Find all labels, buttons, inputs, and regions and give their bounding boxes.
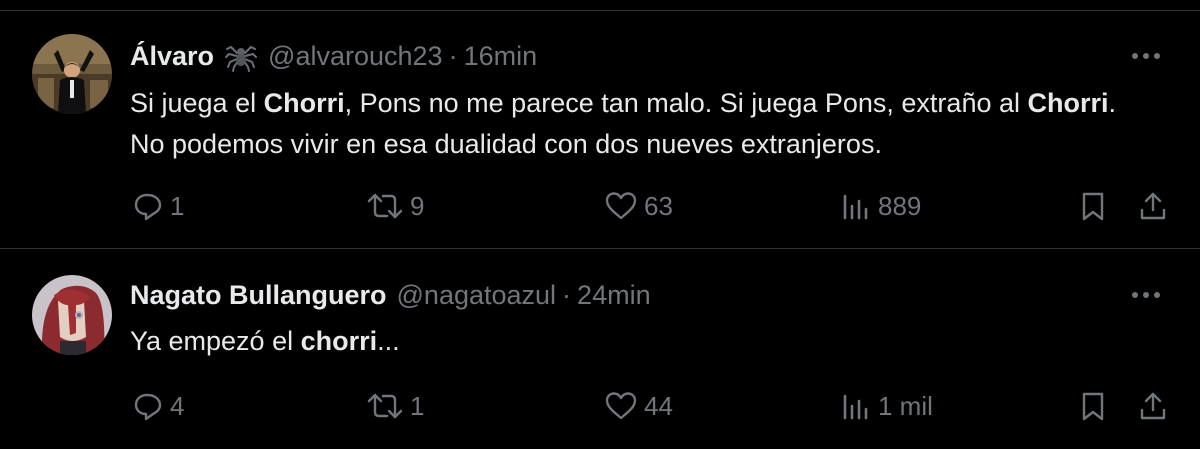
views-count: 889 [878, 190, 922, 221]
action-bar: 4 1 44 1 mil [0, 386, 1200, 426]
timestamp[interactable]: 24min [577, 275, 651, 315]
like-button[interactable]: 63 [604, 186, 673, 226]
views-bar-icon [842, 390, 872, 422]
share-button[interactable] [1138, 186, 1168, 226]
bookmark-icon [1080, 390, 1106, 422]
timestamp[interactable]: 16min [464, 36, 538, 76]
share-button[interactable] [1138, 386, 1168, 426]
heart-icon [604, 190, 638, 222]
views-count: 1 mil [878, 390, 933, 421]
like-button[interactable]: 44 [604, 386, 673, 426]
retweet-button[interactable]: 1 [366, 386, 424, 426]
text-segment: , Pons no me parece tan malo. Si juega P… [344, 88, 1028, 118]
like-count: 63 [644, 190, 673, 221]
separator-dot: · [562, 280, 572, 310]
spider-icon [224, 39, 258, 73]
retweet-count: 9 [410, 190, 425, 221]
tweet-text: Si juega el Chorri, Pons no me parece ta… [130, 83, 1150, 165]
avatar[interactable] [32, 34, 112, 114]
bookmark-button[interactable] [1080, 386, 1106, 426]
text-segment: Ya empezó el [130, 326, 301, 356]
bold-segment: Chorri [263, 88, 345, 118]
display-name[interactable]: Álvaro [130, 36, 214, 76]
tweet-header: Álvaro @alvarouch23 · 16min [130, 36, 537, 76]
separator-dot: · [448, 41, 458, 71]
action-bar: 1 9 63 889 [0, 186, 1200, 226]
more-dots-icon[interactable] [1122, 275, 1170, 315]
text-segment: Si juega el [130, 88, 264, 118]
like-count: 44 [644, 390, 673, 421]
retweet-icon [366, 390, 404, 422]
bookmark-button[interactable] [1080, 186, 1106, 226]
timeline: Álvaro @alvarouch23 · 16min Si juega el … [0, 0, 1200, 449]
tweet-text: Ya empezó el chorri... [130, 321, 1150, 362]
views-button[interactable]: 889 [842, 186, 921, 226]
retweet-icon [366, 190, 404, 222]
views-button[interactable]: 1 mil [842, 386, 933, 426]
tweet[interactable]: Nagato Bullanguero @nagatoazul · 24min Y… [0, 249, 1200, 449]
share-icon [1138, 390, 1168, 422]
user-handle[interactable]: @nagatoazul [397, 275, 557, 315]
reply-button[interactable]: 1 [132, 186, 184, 226]
reply-count: 1 [170, 190, 185, 221]
display-name[interactable]: Nagato Bullanguero [130, 275, 387, 315]
views-bar-icon [842, 190, 872, 222]
text-segment: ... [377, 326, 400, 356]
avatar[interactable] [32, 275, 112, 355]
retweet-count: 1 [410, 390, 425, 421]
bookmark-icon [1080, 190, 1106, 222]
reply-button[interactable]: 4 [132, 386, 184, 426]
retweet-button[interactable]: 9 [366, 186, 424, 226]
user-handle[interactable]: @alvarouch23 [268, 36, 443, 76]
tweet-header: Nagato Bullanguero @nagatoazul · 24min [130, 275, 651, 315]
heart-icon [604, 390, 638, 422]
reply-count: 4 [170, 390, 185, 421]
reply-icon [132, 190, 164, 222]
bold-segment: chorri [300, 326, 378, 356]
bold-segment: Chorri [1027, 88, 1109, 118]
tweet[interactable]: Álvaro @alvarouch23 · 16min Si juega el … [0, 11, 1200, 248]
share-icon [1138, 190, 1168, 222]
more-dots-icon[interactable] [1122, 36, 1170, 76]
reply-icon [132, 390, 164, 422]
